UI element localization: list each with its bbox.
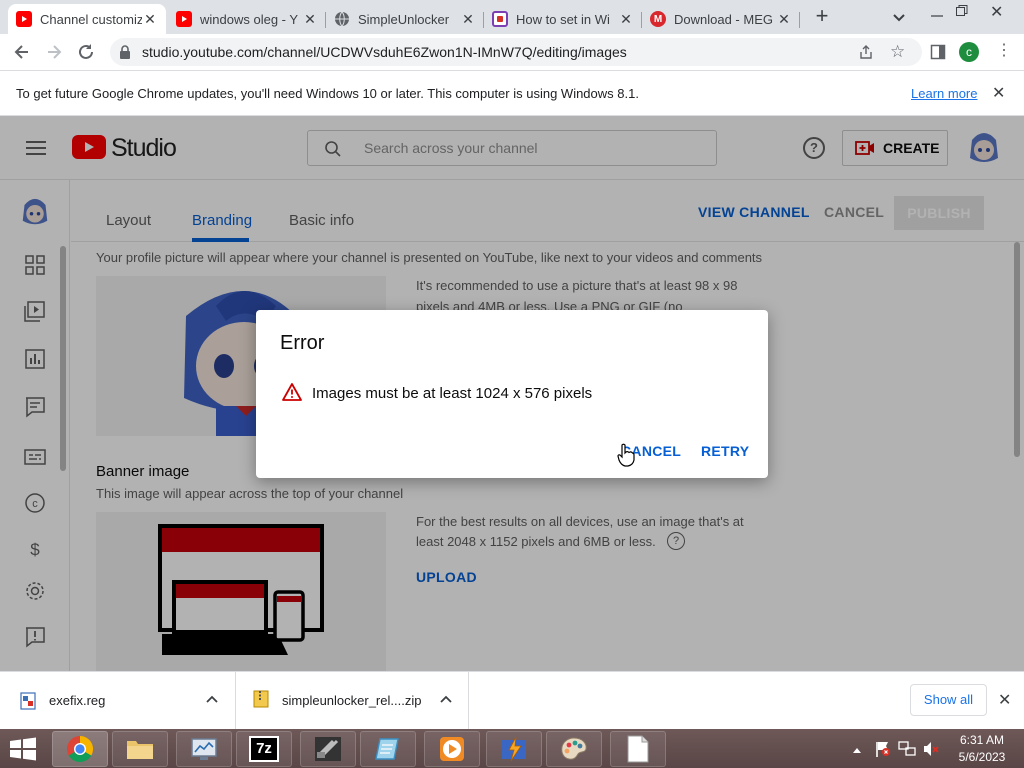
windows-taskbar: 7z 6:31 AM 5/6/2023 (0, 729, 1024, 768)
tray-date[interactable]: 5/6/2023 (952, 750, 1012, 764)
chevron-up-icon[interactable] (205, 692, 219, 706)
taskbar-document[interactable] (610, 731, 666, 767)
lock-icon (119, 45, 131, 59)
tab-strip: Channel customiz ✕ windows oleg - Y ✕ Si… (0, 0, 1024, 34)
close-infobar-icon[interactable]: ✕ (992, 83, 1005, 103)
profile-avatar[interactable]: c (959, 42, 979, 62)
bookmark-star-icon[interactable]: ☆ (890, 42, 908, 61)
download-item-2[interactable]: simpleunlocker_rel....zip (237, 672, 469, 729)
tray-time[interactable]: 6:31 AM (952, 733, 1012, 747)
download-filename: exefix.reg (49, 693, 106, 708)
tab-title: How to set in Wi (516, 11, 610, 27)
url-text: studio.youtube.com/channel/UCDWVsduhE6Zw… (142, 44, 627, 60)
taskbar-notes[interactable] (360, 731, 416, 767)
browser-tab-3[interactable]: SimpleUnlocker ✕ (326, 4, 484, 34)
start-windows-icon[interactable] (8, 737, 38, 761)
dialog-title: Error (280, 332, 325, 354)
browser-tab-2[interactable]: windows oleg - Y ✕ (168, 4, 326, 34)
monitor-chart-icon (191, 738, 217, 760)
close-tab-icon[interactable]: ✕ (460, 11, 476, 28)
menu-dots-icon[interactable]: ⋮ (996, 42, 1012, 62)
forward-icon[interactable] (44, 42, 64, 62)
close-window-icon[interactable]: ✕ (990, 2, 1006, 21)
minimize-icon[interactable] (930, 8, 944, 22)
notepad-icon (375, 738, 399, 760)
youtube-icon (176, 11, 192, 27)
browser-tab-5[interactable]: M Download - MEG ✕ (642, 4, 800, 34)
chrome-icon (67, 735, 94, 763)
taskbar-media-player[interactable] (424, 731, 480, 767)
close-shelf-icon[interactable]: ✕ (998, 690, 1011, 710)
reg-file-icon (20, 692, 36, 710)
error-dialog: Error Images must be at least 1024 x 576… (256, 310, 768, 478)
youtube-icon (16, 11, 32, 27)
download-shelf: exefix.reg simpleunlocker_rel....zip Sho… (0, 671, 1024, 729)
volume-muted-icon[interactable] (922, 740, 940, 758)
tab-separator (799, 12, 800, 28)
tab-title: Channel customiz (40, 11, 142, 27)
new-tab-button[interactable]: + (810, 5, 834, 29)
taskbar-chrome[interactable] (52, 731, 108, 767)
globe-icon (334, 11, 350, 27)
tab-title: windows oleg - Y (200, 11, 299, 27)
infobar-message: To get future Google Chrome updates, you… (16, 86, 639, 101)
paint-palette-icon (561, 737, 587, 760)
restore-icon[interactable] (955, 4, 969, 18)
7zip-icon: 7z (249, 736, 279, 762)
taskbar-file-explorer[interactable] (112, 731, 168, 767)
chevron-up-icon[interactable] (439, 692, 453, 706)
show-all-button[interactable]: Show all (910, 684, 987, 716)
zip-file-icon (253, 690, 269, 708)
hand-cursor-icon (617, 443, 635, 467)
tools-icon (315, 737, 341, 761)
taskbar-7zip[interactable]: 7z (236, 731, 292, 767)
download-item-1[interactable]: exefix.reg (0, 672, 236, 729)
taskbar-cmd[interactable] (300, 731, 356, 767)
taskbar-paint[interactable] (546, 731, 602, 767)
download-filename: simpleunlocker_rel....zip (282, 693, 422, 708)
close-tab-icon[interactable]: ✕ (142, 11, 158, 28)
app-icon (492, 11, 508, 27)
taskbar-task-manager[interactable] (176, 731, 232, 767)
side-panel-icon[interactable] (930, 44, 946, 60)
address-bar[interactable]: studio.youtube.com/channel/UCDWVsduhE6Zw… (110, 38, 922, 66)
browser-tab-4[interactable]: How to set in Wi ✕ (484, 4, 642, 34)
tab-search-icon[interactable] (890, 8, 908, 26)
dialog-message: Images must be at least 1024 x 576 pixel… (312, 385, 593, 402)
close-tab-icon[interactable]: ✕ (776, 11, 792, 28)
warning-icon (282, 383, 302, 401)
dialog-retry-button[interactable]: RETRY (701, 443, 749, 459)
mega-icon: M (650, 11, 666, 27)
folder-icon (127, 741, 153, 759)
reload-icon[interactable] (76, 42, 96, 62)
back-icon[interactable] (12, 42, 32, 62)
browser-tab-1[interactable]: Channel customiz ✕ (8, 4, 166, 34)
network-icon[interactable] (898, 740, 916, 758)
tray-expand-icon[interactable] (852, 743, 862, 753)
action-center-flag-icon[interactable] (874, 740, 892, 758)
media-player-icon (440, 737, 464, 761)
share-icon[interactable] (858, 44, 874, 60)
taskbar-app[interactable] (486, 731, 542, 767)
learn-more-link[interactable]: Learn more (911, 86, 977, 101)
blank-document-icon (627, 735, 649, 763)
tab-title: SimpleUnlocker (358, 11, 450, 27)
close-tab-icon[interactable]: ✕ (302, 11, 318, 28)
update-infobar: To get future Google Chrome updates, you… (0, 70, 1024, 116)
tab-title: Download - MEG (674, 11, 773, 27)
lightning-app-icon (502, 736, 526, 762)
close-tab-icon[interactable]: ✕ (618, 11, 634, 28)
